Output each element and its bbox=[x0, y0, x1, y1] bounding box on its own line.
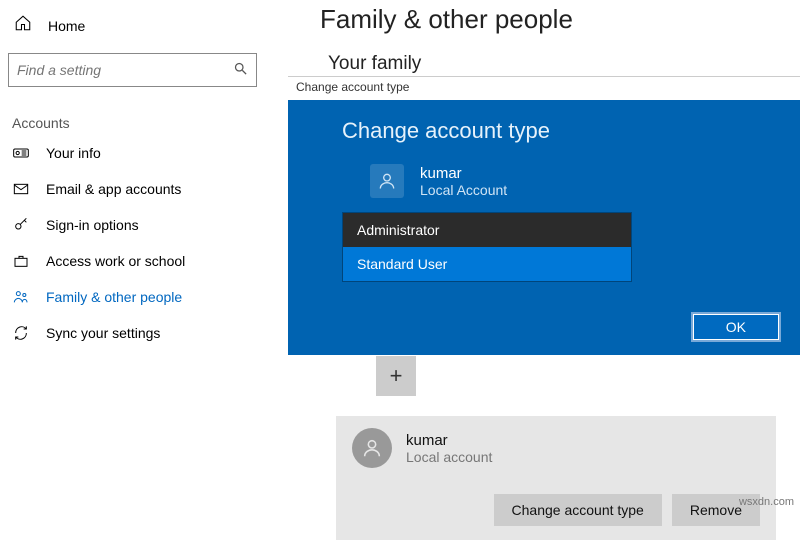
account-type-dropdown[interactable]: Administrator Standard User bbox=[342, 212, 632, 282]
home-icon bbox=[14, 14, 34, 37]
search-input[interactable] bbox=[17, 62, 233, 78]
sidebar-item-label: Access work or school bbox=[46, 253, 185, 269]
change-account-type-button[interactable]: Change account type bbox=[494, 494, 662, 526]
briefcase-icon bbox=[12, 253, 30, 269]
dialog-heading: Change account type bbox=[342, 118, 800, 144]
settings-sidebar: Home Accounts Your info Email & app acco… bbox=[0, 0, 265, 512]
user-sub: Local account bbox=[406, 449, 492, 465]
search-input-wrapper[interactable] bbox=[8, 53, 257, 87]
watermark: wsxdn.com bbox=[739, 496, 794, 508]
add-tile[interactable]: + bbox=[376, 356, 416, 396]
plus-icon: + bbox=[390, 363, 403, 389]
dialog-user-name: kumar bbox=[420, 165, 507, 182]
sidebar-item-label: Email & app accounts bbox=[46, 181, 181, 197]
search-icon bbox=[233, 61, 248, 80]
user-name: kumar bbox=[406, 432, 492, 449]
family-icon bbox=[12, 289, 30, 305]
sync-icon bbox=[12, 325, 30, 341]
sidebar-item-your-info[interactable]: Your info bbox=[4, 135, 265, 171]
person-icon bbox=[12, 145, 30, 161]
account-type-option-admin[interactable]: Administrator bbox=[343, 213, 631, 247]
key-icon bbox=[12, 217, 30, 233]
user-card: kumar Local account Change account type … bbox=[336, 416, 776, 540]
sidebar-item-email[interactable]: Email & app accounts bbox=[4, 171, 265, 207]
sidebar-item-label: Your info bbox=[46, 145, 101, 161]
sidebar-item-label: Family & other people bbox=[46, 289, 182, 305]
dialog-titlebar: Change account type bbox=[288, 76, 800, 100]
dialog-avatar bbox=[370, 164, 404, 198]
sidebar-item-label: Sign-in options bbox=[46, 217, 139, 233]
sidebar-item-signin[interactable]: Sign-in options bbox=[4, 207, 265, 243]
page-title: Family & other people bbox=[320, 4, 800, 35]
avatar bbox=[352, 428, 392, 468]
main-panel: Family & other people Your family bbox=[320, 0, 800, 81]
sidebar-item-sync[interactable]: Sync your settings bbox=[4, 315, 265, 351]
change-account-type-dialog: Change account type kumar Local Account … bbox=[288, 100, 800, 355]
account-type-option-standard[interactable]: Standard User bbox=[343, 247, 631, 281]
ok-button[interactable]: OK bbox=[692, 313, 780, 341]
home-nav[interactable]: Home bbox=[4, 8, 265, 47]
sidebar-item-label: Sync your settings bbox=[46, 325, 160, 341]
sidebar-item-work[interactable]: Access work or school bbox=[4, 243, 265, 279]
mail-icon bbox=[12, 181, 30, 197]
sidebar-section-label: Accounts bbox=[4, 87, 265, 135]
section-your-family: Your family bbox=[328, 53, 800, 75]
home-label: Home bbox=[48, 18, 85, 34]
sidebar-item-family[interactable]: Family & other people bbox=[4, 279, 265, 315]
dialog-user-sub: Local Account bbox=[420, 182, 507, 198]
